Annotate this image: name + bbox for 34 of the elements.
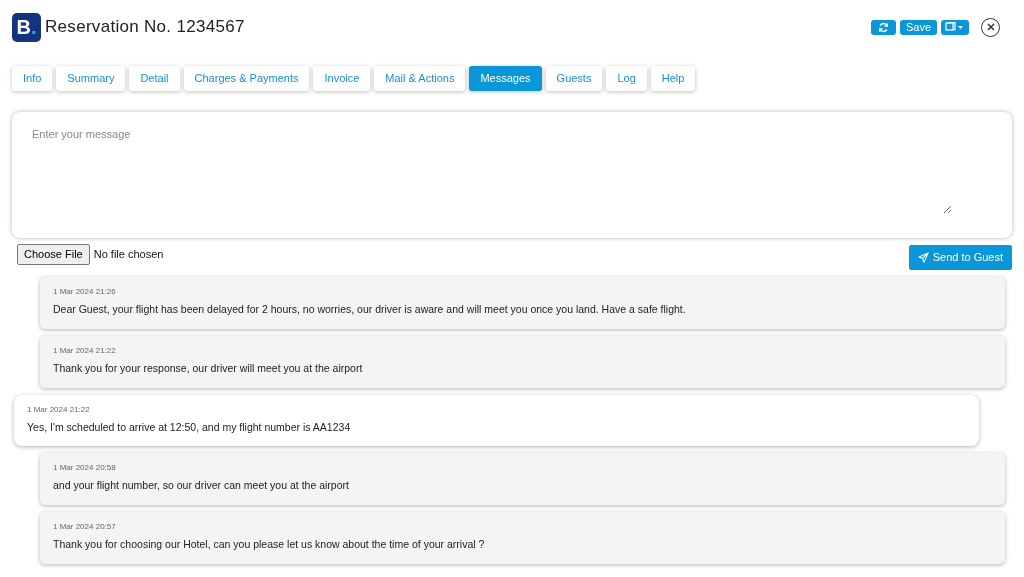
message-time: 1 Mar 2024 20:58 — [53, 462, 117, 475]
close-button[interactable] — [981, 17, 1000, 37]
message-text: Thank you for your response, our driver will meet you at the airport — [53, 360, 364, 376]
tab[interactable]: Help — [650, 66, 696, 91]
choose-file-button[interactable]: Choose File — [17, 244, 90, 265]
send-to-guest-button[interactable]: Send to Guest — [908, 245, 1012, 270]
refresh-icon — [877, 21, 889, 33]
refresh-button[interactable] — [870, 19, 896, 35]
message-time: 1 Mar 2024 20:57 — [53, 521, 117, 533]
close-icon — [986, 23, 995, 31]
window-title: Reservation No. 1234567 — [45, 16, 245, 39]
file-status: No file chosen — [93, 247, 164, 263]
tab[interactable]: Invoice — [313, 66, 371, 91]
copy-dropdown-button[interactable] — [941, 19, 969, 35]
copy-icon — [945, 22, 965, 32]
tab[interactable]: Messages — [469, 66, 542, 91]
message-text: and your flight number, so our driver can meet you at the airport — [53, 478, 350, 494]
message-time: 1 Mar 2024 21:26 — [53, 286, 117, 298]
message-time: 1 Mar 2024 21:22 — [27, 403, 91, 416]
tab[interactable]: Charges & Payments — [183, 66, 310, 91]
send-icon — [917, 252, 929, 263]
logo: B. — [12, 12, 41, 42]
message-field[interactable]: Enter your message — [12, 112, 1012, 238]
message-text: Dear Guest, your flight has been delayed for 2 hours, no worries, our driver is aware and will meet you once you land. Have a safe flight. — [53, 302, 687, 317]
message-text: Yes, I'm scheduled to arrive at 12:50, and my flight number is AA1234 — [27, 419, 352, 435]
tab[interactable]: Log — [606, 66, 647, 91]
tab[interactable]: Detail — [129, 66, 180, 91]
save-button[interactable]: Save — [899, 19, 937, 35]
tab[interactable]: Guests — [545, 66, 603, 91]
message-time: 1 Mar 2024 21:22 — [53, 344, 117, 357]
tab[interactable]: Info — [12, 66, 53, 91]
tab[interactable]: Mail & Actions — [374, 66, 466, 91]
tab[interactable]: Summary — [56, 66, 126, 91]
message-text: Thank you for choosing our Hotel, can you please let us know about the time of your arrival ? — [53, 537, 486, 552]
